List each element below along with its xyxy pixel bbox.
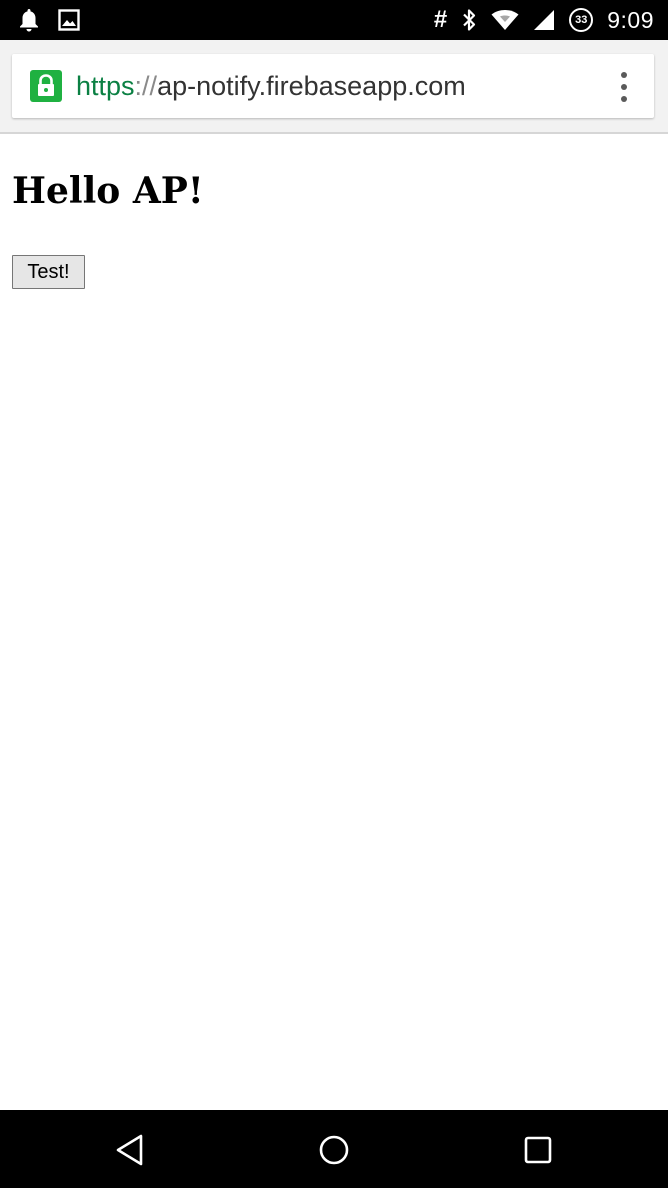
status-bar-left (18, 8, 80, 32)
battery-icon: 33 (569, 8, 594, 32)
url-scheme: https (76, 71, 135, 101)
menu-dot (621, 84, 627, 90)
notification-bell-icon (18, 8, 40, 32)
bluetooth-icon (461, 8, 477, 32)
status-bar: # 33 9:09 (0, 0, 668, 40)
back-icon[interactable] (110, 1130, 150, 1170)
screen: # 33 9:09 https://ap-notify.firebaseapp.… (0, 0, 668, 1188)
overflow-menu-icon[interactable] (614, 72, 634, 102)
menu-dot (621, 96, 627, 102)
recents-icon[interactable] (518, 1130, 558, 1170)
cell-signal-icon (533, 9, 555, 31)
page-heading: Hello AP! (12, 170, 204, 212)
secure-lock-icon[interactable] (30, 70, 62, 102)
url-text[interactable]: https://ap-notify.firebaseapp.com (76, 68, 466, 104)
status-bar-right: # 33 9:09 (434, 0, 654, 40)
wifi-icon (491, 9, 519, 31)
menu-dot (621, 72, 627, 78)
home-icon[interactable] (314, 1130, 354, 1170)
navigation-bar (0, 1110, 668, 1188)
browser-toolbar: https://ap-notify.firebaseapp.com (0, 40, 668, 134)
test-button[interactable]: Test! (12, 255, 85, 289)
status-clock: 9:09 (607, 6, 654, 33)
page-content: Hello AP! Test! (12, 134, 656, 289)
url-host: ap-notify.firebaseapp.com (157, 71, 466, 101)
url-separator: :// (134, 71, 158, 101)
hash-icon: # (433, 6, 448, 33)
image-icon (58, 9, 80, 31)
url-bar[interactable]: https://ap-notify.firebaseapp.com (12, 54, 654, 118)
